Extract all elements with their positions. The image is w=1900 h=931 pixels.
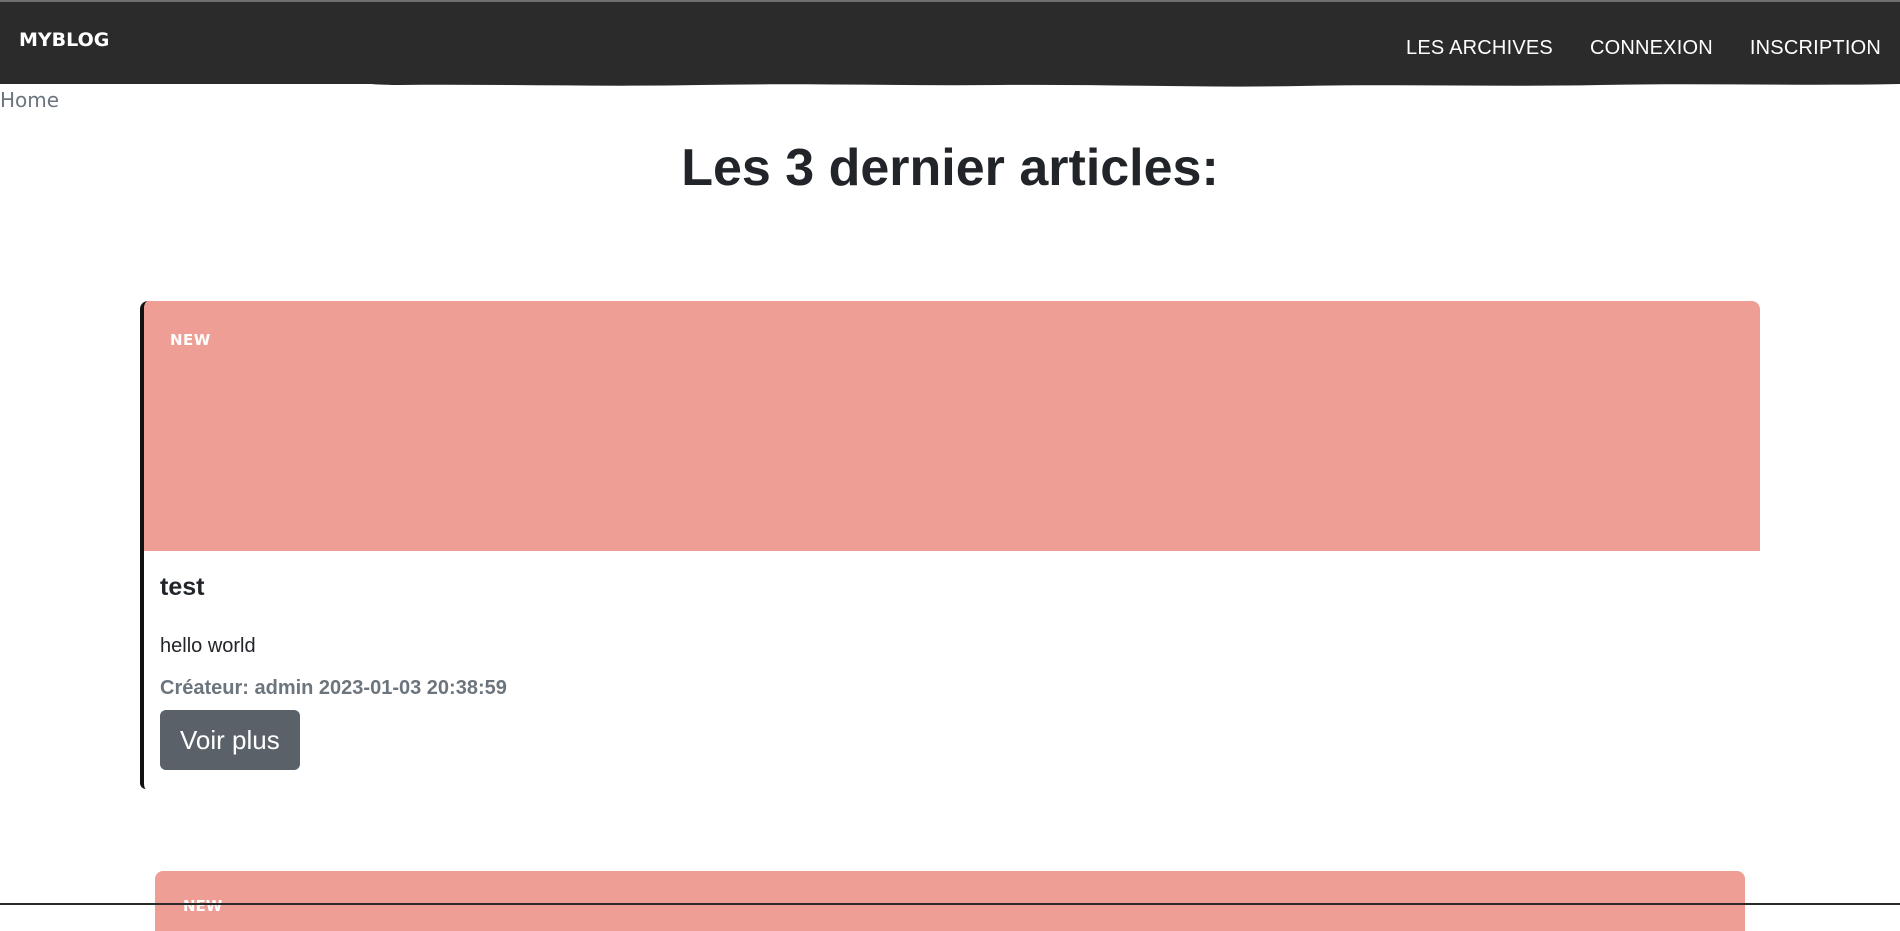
voir-plus-button[interactable]: Voir plus: [160, 710, 300, 770]
nav-link-archives[interactable]: LES ARCHIVES: [1406, 37, 1553, 60]
page-title: Les 3 dernier articles:: [681, 139, 1219, 197]
nav-link-inscription[interactable]: INSCRIPTION: [1750, 37, 1881, 60]
navbar-wave-edge: [0, 82, 1900, 87]
brand-logo[interactable]: MYBLOG: [19, 29, 109, 51]
top-navbar: MYBLOG LES ARCHIVES CONNEXION INSCRIPTIO…: [0, 0, 1900, 84]
article-card-header: NEW: [144, 301, 1760, 551]
nav-links: LES ARCHIVES CONNEXION INSCRIPTION: [1406, 37, 1881, 60]
article-card: NEW test hello world Créateur: admin 202…: [140, 301, 1760, 789]
nav-link-connexion[interactable]: CONNEXION: [1590, 37, 1713, 60]
breadcrumb-home[interactable]: Home: [0, 88, 59, 112]
article-card-2: NEW: [155, 871, 1745, 931]
new-badge-2: NEW: [183, 897, 223, 915]
article-title: test: [160, 573, 205, 601]
new-badge: NEW: [170, 331, 211, 349]
article-body: hello world: [160, 635, 256, 657]
article-meta: Créateur: admin 2023-01-03 20:38:59: [160, 677, 507, 699]
